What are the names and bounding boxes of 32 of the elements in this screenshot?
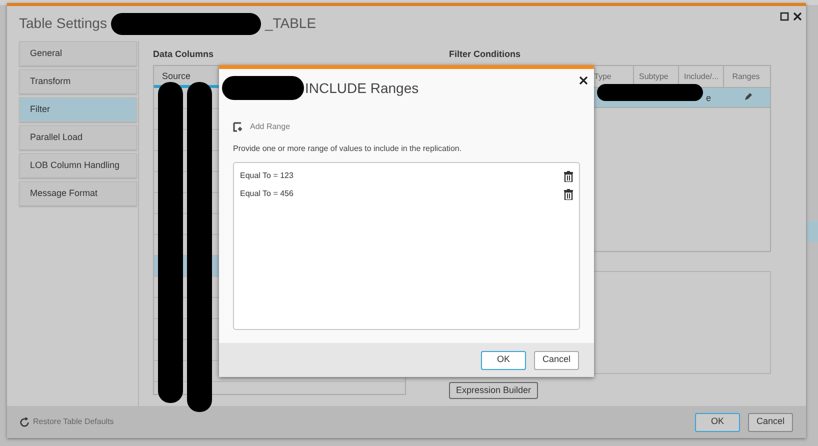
selected-row-edge <box>807 221 818 242</box>
ok-button[interactable]: OK <box>481 350 526 370</box>
add-range-button[interactable]: Add Range <box>233 121 290 133</box>
range-text: Equal To = 456 <box>240 188 294 200</box>
trash-icon[interactable] <box>564 170 573 182</box>
ok-button[interactable]: OK <box>695 412 740 432</box>
section-title: Data Columns <box>153 48 215 61</box>
trash-icon[interactable] <box>564 188 573 200</box>
column-header[interactable]: Ranges <box>723 66 768 86</box>
add-list-icon <box>233 122 244 132</box>
maximize-icon[interactable] <box>780 12 789 21</box>
range-text: Equal To = 123 <box>240 170 294 182</box>
cancel-button[interactable]: Cancel <box>748 412 793 432</box>
dialog-title: INCLUDE Ranges <box>305 78 419 98</box>
section-title: Filter Conditions <box>449 48 522 61</box>
sidebar-tab[interactable]: Message Format <box>19 181 137 206</box>
edit-icon[interactable] <box>743 92 753 102</box>
range-item[interactable]: Equal To = 123 <box>240 167 573 185</box>
table-cell-text: e <box>704 92 712 104</box>
sidebar-tab[interactable]: LOB Column Handling <box>19 153 137 178</box>
sidebar-tab[interactable]: Filter <box>19 97 137 122</box>
range-item[interactable]: Equal To = 456 <box>240 185 573 203</box>
sidebar-tab[interactable]: Parallel Load <box>19 125 137 150</box>
close-icon[interactable] <box>793 12 802 21</box>
sidebar-tab[interactable]: General <box>19 41 137 66</box>
description-text: Provide one or more range of values to include in the replication. <box>233 143 463 155</box>
cancel-button[interactable]: Cancel <box>534 350 579 370</box>
window-title: Table Settings <box>19 14 107 33</box>
refresh-icon <box>19 416 30 428</box>
expression-builder-button[interactable]: Expression Builder <box>449 382 538 399</box>
window-title: _TABLE <box>264 14 316 33</box>
sidebar-tab[interactable]: Transform <box>19 69 137 94</box>
